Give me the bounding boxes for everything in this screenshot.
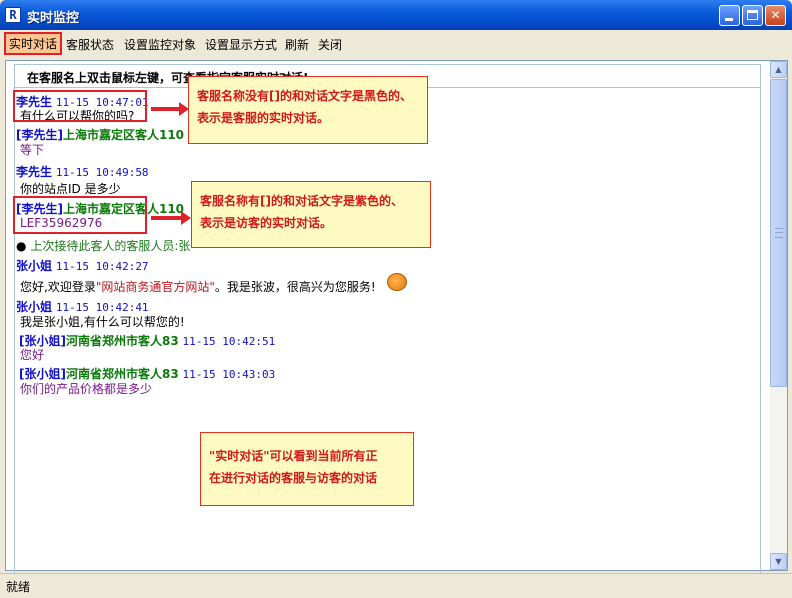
visitor-legend-callout: 客服名称有[]的和对话文字是紫色的、 表示是访客的实时对话。	[191, 181, 431, 248]
notice-text: 上次接待此客人的客服人员:张	[30, 239, 191, 253]
pumpkin-emoticon-icon	[387, 273, 407, 291]
timestamp: 11-15 10:49:58	[55, 166, 149, 179]
agent-name[interactable]: [张小姐]	[19, 367, 66, 381]
chat-message-text: 等下	[20, 143, 45, 157]
app-icon: R	[5, 7, 21, 23]
grip-icon	[775, 228, 783, 238]
timestamp: 11-15 10:43:03	[182, 368, 276, 381]
menu-bar: 实时对话 客服状态 设置监控对象 设置显示方式 刷新 关闭	[0, 30, 792, 56]
minimize-button[interactable]	[719, 5, 740, 26]
menu-close[interactable]: 关闭	[318, 36, 342, 53]
chat-message-text: 你们的产品价格都是多少	[20, 382, 153, 396]
menu-set-display-mode[interactable]: 设置显示方式	[205, 36, 277, 53]
agent-name[interactable]: 李先生	[16, 165, 52, 179]
timestamp: 11-15 10:42:27	[55, 260, 149, 273]
chat-message-text: 您好,欢迎登录"网站商务通官方网站"。我是张波，很高兴为您服务!	[20, 280, 376, 294]
agent-name[interactable]: 张小姐	[16, 300, 52, 314]
menu-agent-status[interactable]: 客服状态	[66, 36, 114, 53]
site-link[interactable]: "网站商务通官方网站"	[96, 280, 215, 294]
previous-agent-notice: ● 上次接待此客人的客服人员:张	[16, 237, 190, 254]
close-window-button[interactable]: ✕	[765, 5, 786, 26]
maximize-icon	[747, 10, 758, 20]
agent-name[interactable]: 张小姐	[16, 259, 52, 273]
chat-header[interactable]: [张小姐]河南省郑州市客人83 11-15 10:42:51	[19, 332, 275, 349]
agent-message-highlight	[13, 90, 147, 122]
bullet-icon: ●	[16, 239, 27, 253]
visitor-message-highlight	[13, 196, 147, 234]
chat-header[interactable]: 张小姐 11-15 10:42:27	[16, 257, 149, 274]
visitor-name[interactable]: 河南省郑州市客人83	[66, 334, 179, 348]
arrow-right-icon	[151, 102, 189, 116]
vertical-scrollbar[interactable]: ▲ ▼	[770, 61, 787, 570]
agent-name[interactable]: [李先生]	[16, 128, 63, 142]
scroll-up-button[interactable]: ▲	[770, 61, 787, 78]
chat-message-text: 我是张小姐,有什么可以帮您的!	[20, 315, 185, 329]
status-text: 就绪	[6, 580, 31, 594]
chat-message-text: 您好	[20, 348, 45, 362]
agent-legend-callout: 客服名称没有[]的和对话文字是黑色的、 表示是客服的实时对话。	[188, 76, 428, 144]
window-title: 实时监控	[27, 11, 80, 26]
minimize-icon	[725, 18, 733, 21]
status-bar: 就绪	[0, 573, 792, 598]
title-bar: R 实时监控 ✕	[0, 0, 792, 30]
menu-set-monitor-target[interactable]: 设置监控对象	[124, 36, 196, 53]
chat-header[interactable]: 李先生 11-15 10:49:58	[16, 163, 149, 180]
close-icon: ✕	[770, 8, 781, 22]
scroll-down-button[interactable]: ▼	[770, 553, 787, 570]
menu-realtime-chat[interactable]: 实时对话	[4, 32, 63, 55]
timestamp: 11-15 10:42:51	[182, 335, 276, 348]
scroll-thumb[interactable]	[770, 79, 787, 387]
visitor-name[interactable]: 上海市嘉定区客人110	[63, 128, 184, 142]
realtime-legend-callout: "实时对话"可以看到当前所有正 在进行对话的客服与访客的对话	[200, 432, 414, 506]
visitor-name[interactable]: 河南省郑州市客人83	[66, 367, 179, 381]
arrow-right-icon	[151, 211, 191, 225]
maximize-button[interactable]	[742, 5, 763, 26]
chat-message-text: 你的站点ID 是多少	[20, 182, 121, 196]
menu-refresh[interactable]: 刷新	[285, 36, 309, 53]
